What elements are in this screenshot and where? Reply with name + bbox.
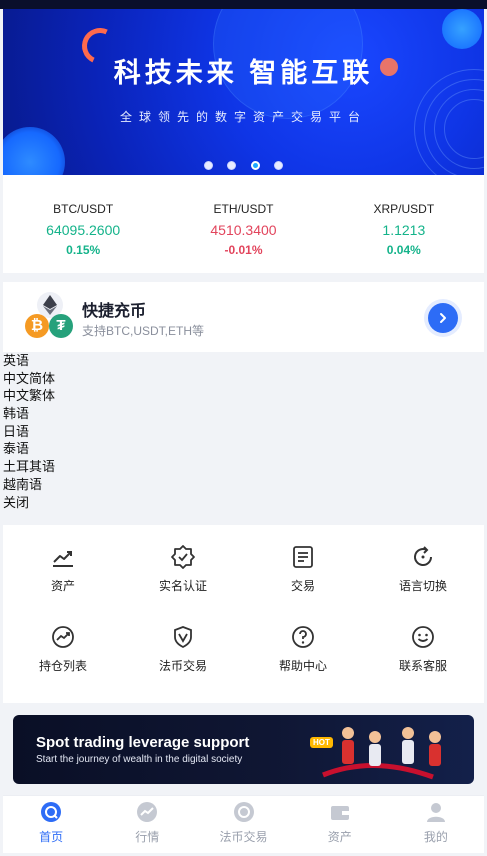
language-option-traditional-chinese[interactable]: 中文繁体 — [3, 387, 484, 405]
tab-home[interactable]: 首页 — [3, 796, 99, 853]
language-option-thai[interactable]: 泰语 — [3, 440, 484, 458]
tab-market[interactable]: 行情 — [99, 796, 195, 853]
banner-subtitle: 全球领先的数字资产交易平台 — [119, 110, 367, 124]
quick-deposit-subtitle: 支持BTC,USDT,ETH等 — [82, 324, 205, 338]
grid-item-help[interactable]: 帮助中心 — [243, 624, 363, 674]
btc-icon: ₿ — [25, 314, 49, 338]
coin-icons: ₿ ₮ — [23, 292, 75, 342]
tab-profile[interactable]: 我的 — [388, 796, 484, 853]
grid-item-support[interactable]: 联系客服 — [363, 624, 483, 674]
tab-assets[interactable]: 资产 — [292, 796, 388, 853]
grid-item-trade[interactable]: 交易 — [243, 544, 363, 594]
ticker-price: 4510.3400 — [210, 222, 277, 238]
price-ticker: BTC/USDT 64095.2600 0.15% ETH/USDT 4510.… — [3, 175, 484, 273]
carousel-dot[interactable] — [227, 161, 237, 170]
ticker-pair: XRP/USDT — [373, 202, 435, 216]
language-option-english[interactable]: 英语 — [3, 352, 484, 370]
promo-tagline: Start the journey of wealth in the digit… — [36, 754, 243, 765]
grid-label: 帮助中心 — [278, 659, 327, 673]
trade-document-icon — [293, 546, 313, 568]
grid-label: 联系客服 — [398, 659, 447, 673]
smile-icon — [412, 626, 434, 648]
trend-circle-icon — [52, 626, 74, 648]
promo-headline: Spot trading leverage support — [36, 734, 250, 751]
carousel-dot[interactable] — [203, 161, 213, 170]
grid-label: 法币交易 — [158, 659, 207, 673]
feature-grid: 资产 实名认证 交易 语言切换 持仓列表 法币交易 帮助中心 联系客服 — [3, 525, 484, 703]
ticker-change: 0.04% — [386, 243, 421, 257]
grid-label: 交易 — [290, 579, 315, 593]
wallet-icon — [330, 806, 349, 820]
language-option-korean[interactable]: 韩语 — [3, 405, 484, 423]
promo-illustration — [322, 727, 441, 780]
fiat-icon — [233, 802, 254, 822]
ticker-price: 1.1213 — [382, 222, 426, 238]
grid-item-assets[interactable]: 资产 — [3, 544, 123, 594]
market-icon — [137, 802, 158, 822]
quick-deposit-card[interactable]: ₿ ₮ 快捷充币 支持BTC,USDT,ETH等 — [3, 282, 484, 352]
tab-label: 行情 — [135, 830, 160, 844]
quick-deposit-title: 快捷充币 — [82, 303, 147, 320]
tab-label: 首页 — [39, 830, 64, 844]
home-icon — [41, 802, 62, 822]
hero-banner[interactable]: 科技未来 智能互联 全球领先的数字资产交易平台 — [3, 9, 484, 175]
carousel-dot-active[interactable] — [250, 161, 260, 170]
language-menu-close[interactable]: 关闭 — [3, 494, 484, 512]
ticker-change: 0.15% — [66, 243, 101, 257]
chevron-right-icon[interactable] — [428, 303, 458, 333]
verified-badge-icon — [171, 545, 195, 569]
banner-title: 科技未来 智能互联 — [113, 58, 374, 88]
ticker-price: 64095.2600 — [46, 222, 121, 238]
ticker-item-eth[interactable]: ETH/USDT 4510.3400 -0.01% — [163, 175, 323, 273]
assets-chart-icon — [53, 551, 73, 567]
tab-fiat[interactable]: 法币交易 — [195, 796, 291, 853]
grid-label: 实名认证 — [158, 579, 207, 593]
tab-label: 资产 — [327, 830, 352, 844]
tab-label: 法币交易 — [219, 830, 268, 844]
grid-label: 持仓列表 — [38, 659, 87, 673]
language-option-japanese[interactable]: 日语 — [3, 423, 484, 441]
usdt-icon: ₮ — [49, 314, 73, 338]
help-icon — [292, 626, 314, 648]
language-option-vietnamese[interactable]: 越南语 — [3, 476, 484, 494]
language-option-simplified-chinese[interactable]: 中文简体 — [3, 370, 484, 388]
grid-item-verification[interactable]: 实名认证 — [123, 544, 243, 594]
shield-v-icon — [174, 626, 192, 649]
ticker-item-xrp[interactable]: XRP/USDT 1.1213 0.04% — [324, 175, 484, 273]
grid-item-language[interactable]: 语言切换 — [363, 544, 483, 594]
ticker-pair: BTC/USDT — [53, 202, 114, 216]
banner-decoration — [442, 9, 482, 49]
grid-item-fiat[interactable]: 法币交易 — [123, 624, 243, 674]
language-menu: 英语 中文简体 中文繁体 韩语 日语 泰语 土耳其语 越南语 关闭 — [3, 352, 484, 516]
grid-item-positions[interactable]: 持仓列表 — [3, 624, 123, 674]
language-option-turkish[interactable]: 土耳其语 — [3, 458, 484, 476]
carousel-dots — [3, 157, 484, 175]
promo-banner[interactable]: Spot trading leverage support HOT Start … — [13, 715, 474, 784]
refresh-icon — [414, 546, 432, 566]
hot-badge: HOT — [310, 737, 333, 748]
tab-label: 我的 — [423, 830, 448, 844]
ticker-pair: ETH/USDT — [213, 202, 274, 216]
ticker-change: -0.01% — [224, 243, 263, 257]
grid-label: 资产 — [50, 579, 75, 593]
carousel-dot[interactable] — [274, 161, 284, 170]
status-bar — [0, 0, 487, 9]
grid-label: 语言切换 — [398, 579, 447, 593]
user-icon — [426, 803, 445, 822]
ticker-item-btc[interactable]: BTC/USDT 64095.2600 0.15% — [3, 175, 163, 273]
bottom-navigation: 首页 行情 法币交易 资产 我的 — [3, 795, 484, 853]
app-page: 科技未来 智能互联 全球领先的数字资产交易平台 BTC/USDT 64095.2… — [0, 0, 487, 856]
